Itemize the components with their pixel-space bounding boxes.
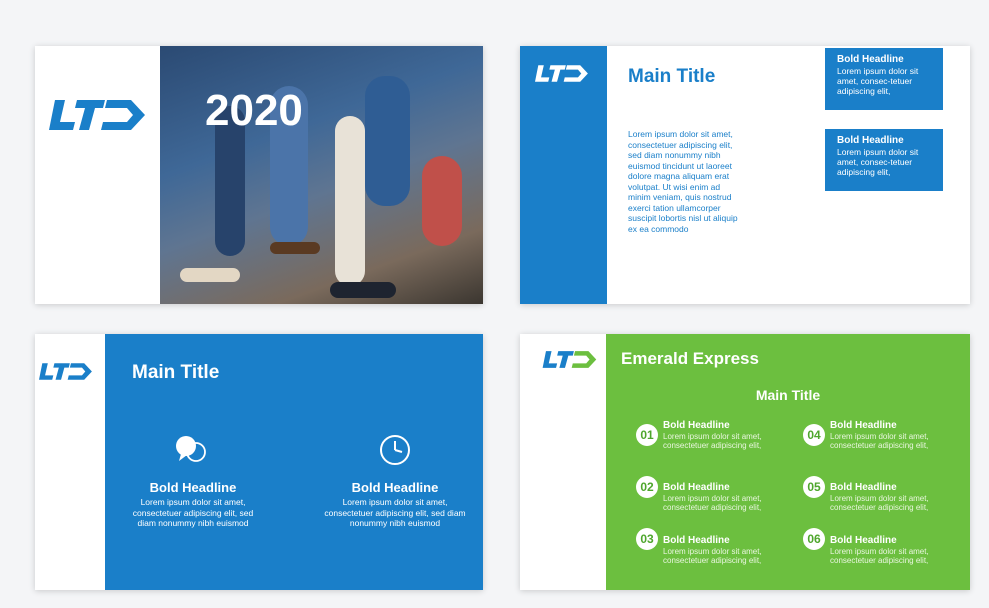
number-badge: 03 — [636, 528, 658, 550]
ltd-logo — [542, 350, 598, 369]
column-headline: Bold Headline — [149, 480, 237, 495]
item-text: Lorem ipsum dolor sit amet, consectetuer… — [830, 494, 929, 512]
slide-cover-2020[interactable]: 2020 — [35, 46, 483, 304]
clock-icon — [380, 435, 410, 465]
ltd-logo-icon — [542, 351, 597, 368]
info-box-text: Lorem ipsum dolor sit amet, consec-tetue… — [837, 66, 919, 96]
blue-content-panel: Main Title Bold Headline Lorem ipsum dol… — [105, 334, 483, 590]
info-box-headline: Bold Headline — [837, 135, 904, 146]
column-text: Lorem ipsum dolor sit amet, consectetuer… — [324, 497, 466, 528]
main-title: Main Title — [628, 66, 716, 87]
info-box-2: Bold Headline Lorem ipsum dolor sit amet… — [825, 129, 943, 191]
info-box-text: Lorem ipsum dolor sit amet, consec-tetue… — [837, 147, 919, 177]
number-badge: 02 — [636, 476, 658, 498]
item-text: Lorem ipsum dolor sit amet, consectetuer… — [663, 432, 762, 450]
ltd-logo — [535, 64, 589, 83]
column-text: Lorem ipsum dolor sit amet, consectetuer… — [132, 497, 254, 528]
number-badge: 01 — [636, 424, 658, 446]
number-badge: 05 — [803, 476, 825, 498]
number-badge: 04 — [803, 424, 825, 446]
item-text: Lorem ipsum dolor sit amet, consectetuer… — [830, 547, 929, 565]
item-text: Lorem ipsum dolor sit amet, consectetuer… — [663, 494, 762, 512]
year-heading: 2020 — [205, 86, 303, 135]
item-headline: Bold Headline — [663, 535, 730, 546]
item-headline: Bold Headline — [663, 482, 730, 493]
ltd-logo — [49, 98, 147, 132]
body-text: Lorem ipsum dolor sit amet, consectetuer… — [628, 129, 738, 234]
commuters-photo — [160, 46, 483, 304]
number-badge: 06 — [803, 528, 825, 550]
ltd-logo-icon — [39, 363, 92, 380]
green-content-panel: Emerald Express Main Title 01 Bold Headl… — [606, 334, 970, 590]
brand-title: Emerald Express — [621, 349, 759, 368]
main-title: Main Title — [755, 387, 821, 403]
item-headline: Bold Headline — [830, 420, 897, 431]
main-title: Main Title — [132, 362, 220, 383]
slide-main-title-text[interactable]: Main Title Lorem ipsum dolor sit amet, c… — [520, 46, 970, 304]
slide-two-column-icons[interactable]: Main Title Bold Headline Lorem ipsum dol… — [35, 334, 483, 590]
ltd-logo-icon — [535, 65, 588, 82]
item-headline: Bold Headline — [830, 535, 897, 546]
item-text: Lorem ipsum dolor sit amet, consectetuer… — [830, 432, 929, 450]
ltd-logo — [39, 362, 93, 381]
slide-emerald-express[interactable]: Emerald Express Main Title 01 Bold Headl… — [520, 334, 970, 590]
chat-bubbles-icon — [176, 436, 206, 462]
info-box-1: Bold Headline Lorem ipsum dolor sit amet… — [825, 48, 943, 110]
item-headline: Bold Headline — [830, 482, 897, 493]
item-headline: Bold Headline — [663, 420, 730, 431]
ltd-logo-icon — [49, 100, 145, 130]
blue-sidebar — [520, 46, 607, 304]
info-box-headline: Bold Headline — [837, 54, 904, 65]
column-headline: Bold Headline — [351, 480, 439, 495]
item-text: Lorem ipsum dolor sit amet, consectetuer… — [663, 547, 762, 565]
